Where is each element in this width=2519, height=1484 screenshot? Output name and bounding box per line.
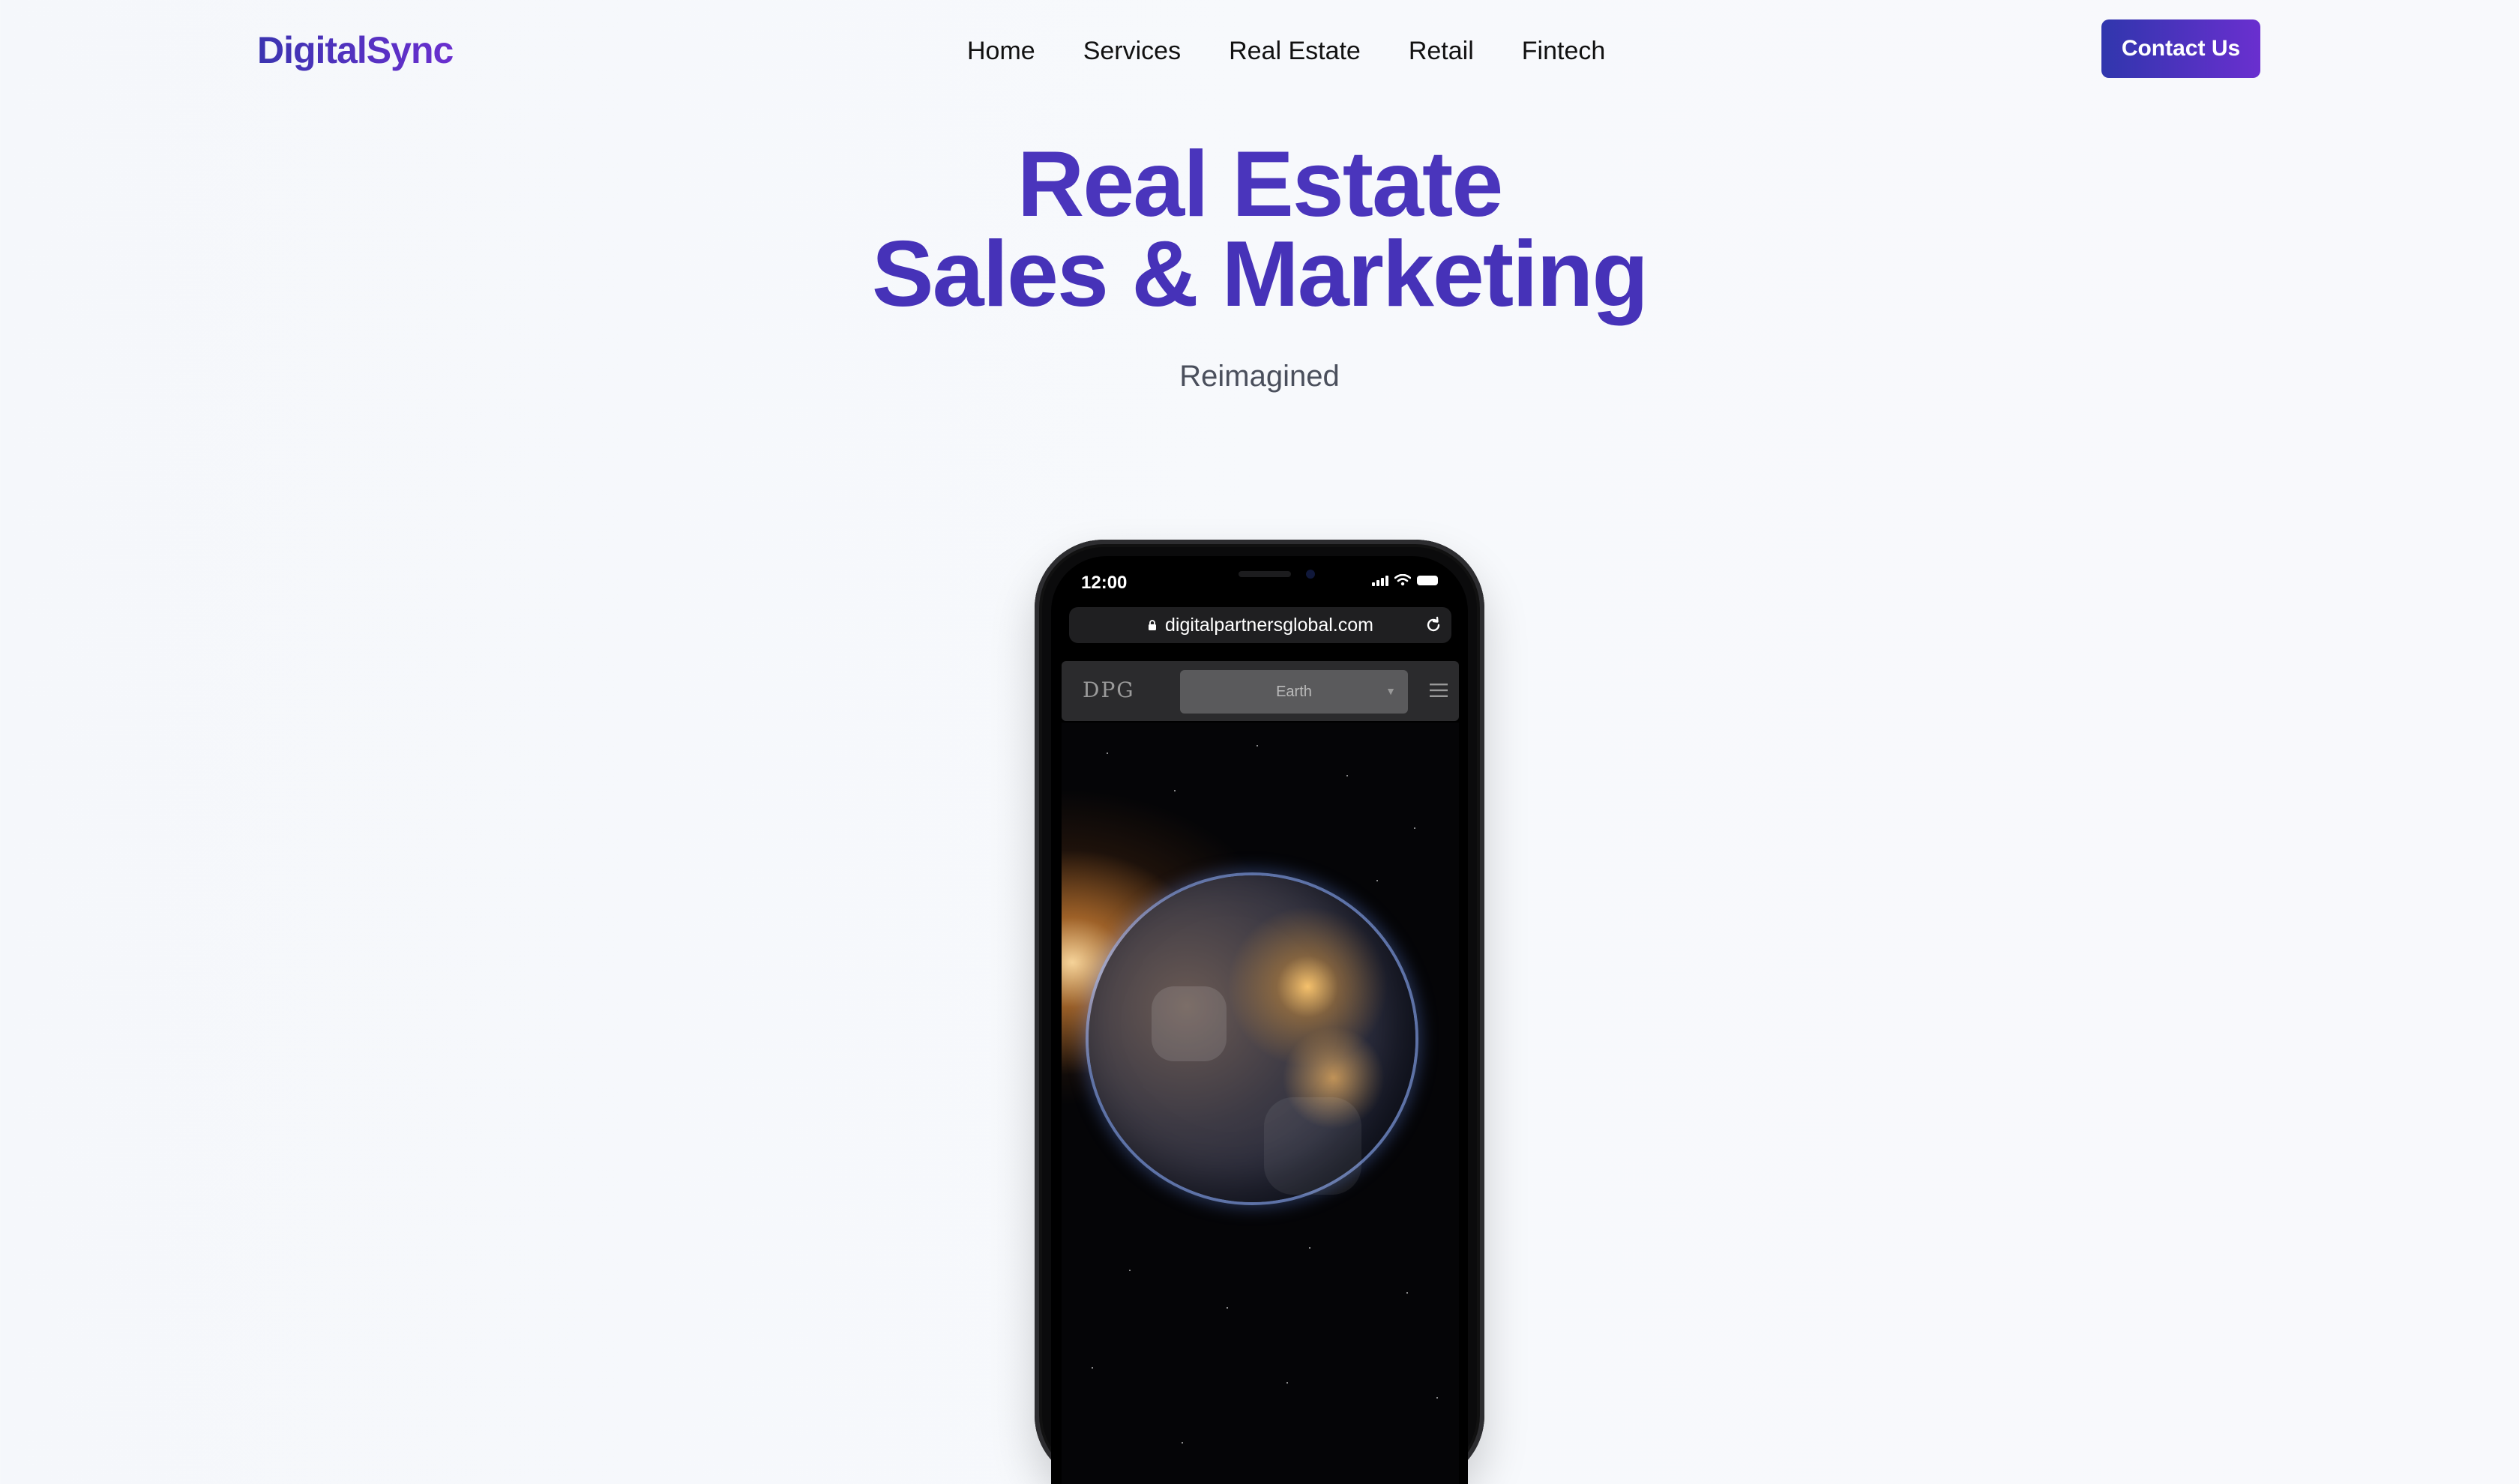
earth-globe (1089, 875, 1415, 1202)
nav-retail[interactable]: Retail (1409, 30, 1474, 72)
browser-url-bar[interactable]: digitalpartnersglobal.com (1069, 607, 1451, 643)
site-navbar: DPG Earth ▼ (1062, 661, 1459, 721)
nav-services[interactable]: Services (1083, 30, 1181, 72)
site-logo[interactable]: DPG (1083, 678, 1135, 702)
lens-flare (1152, 986, 1227, 1061)
wifi-icon (1394, 574, 1411, 586)
main-nav: Home Services Real Estate Retail Fintech (967, 30, 1605, 72)
lock-icon (1149, 620, 1157, 630)
status-icons (1372, 574, 1438, 586)
nav-home[interactable]: Home (967, 30, 1035, 72)
signal-icon (1372, 574, 1388, 586)
hero-title: Real Estate Sales & Marketing (772, 133, 1747, 326)
speaker-grille (1239, 571, 1291, 577)
earth-hero-image (1062, 723, 1459, 1484)
phone-screen: 12:00 digitalpartnersglobal.com DPG Eart… (1051, 556, 1468, 1484)
camera-icon (1306, 570, 1315, 579)
landing-page: DigitalSync Home Services Real Estate Re… (0, 0, 2519, 1484)
nav-real-estate[interactable]: Real Estate (1229, 30, 1361, 72)
battery-icon (1417, 575, 1438, 585)
contact-us-button[interactable]: Contact Us (2101, 19, 2260, 78)
nav-fintech[interactable]: Fintech (1522, 30, 1606, 72)
brand-logo[interactable]: DigitalSync (257, 24, 454, 76)
location-select-value: Earth (1276, 683, 1312, 700)
phone-notch (1160, 556, 1362, 592)
reload-icon[interactable] (1424, 616, 1442, 634)
chevron-down-icon: ▼ (1385, 685, 1396, 697)
hamburger-menu-icon[interactable] (1429, 681, 1448, 700)
hero-title-line-2: Sales & Marketing (871, 223, 1649, 326)
url-text: digitalpartnersglobal.com (1165, 614, 1373, 636)
status-time: 12:00 (1081, 573, 1128, 593)
location-select[interactable]: Earth ▼ (1180, 670, 1408, 714)
lens-flare-large (1264, 1097, 1361, 1195)
phone-mockup: 12:00 digitalpartnersglobal.com DPG Eart… (1035, 540, 1484, 1484)
hero-subtitle: Reimagined (1179, 360, 1340, 393)
hero-title-line-1: Real Estate (1017, 133, 1504, 236)
